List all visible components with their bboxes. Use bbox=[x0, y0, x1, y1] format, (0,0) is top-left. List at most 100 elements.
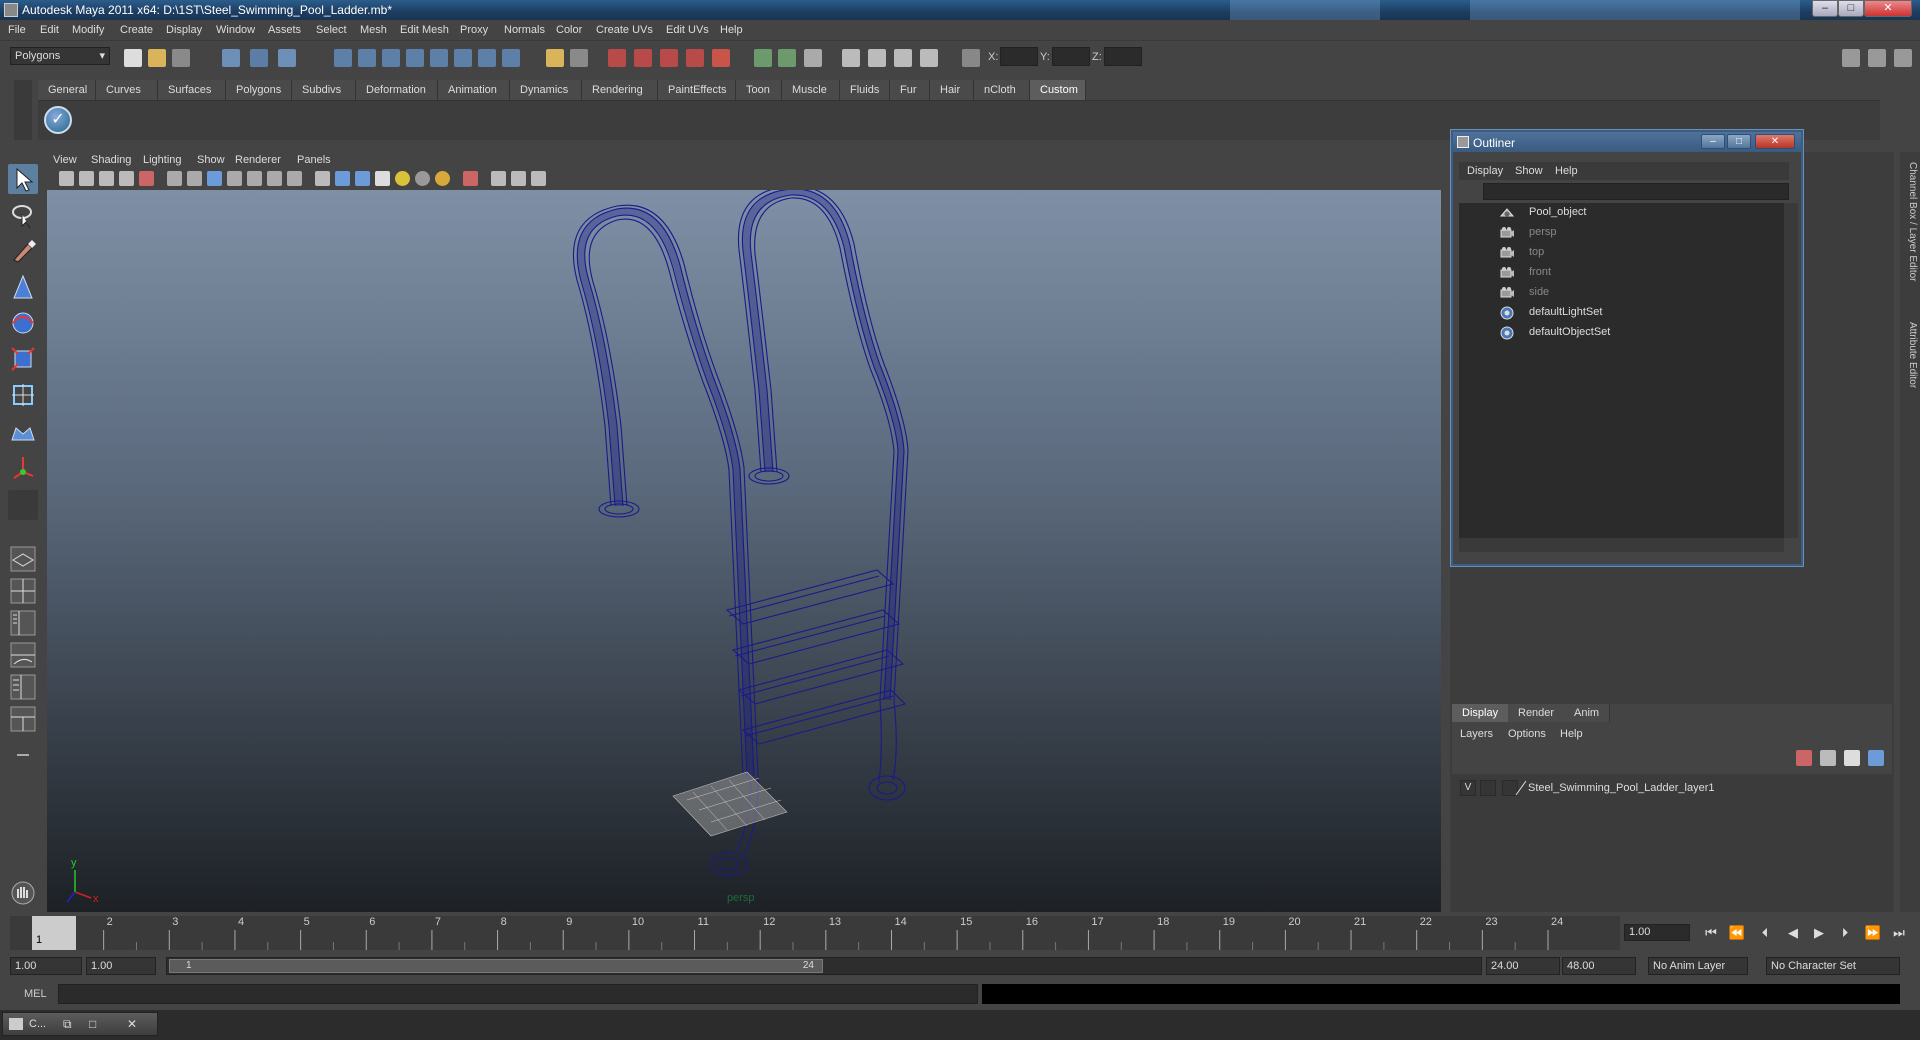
gate-mask-icon[interactable] bbox=[227, 171, 242, 186]
character-set-selector[interactable]: No Character Set bbox=[1766, 957, 1900, 975]
menu-display[interactable]: Display bbox=[166, 24, 202, 36]
layer-menu-help[interactable]: Help bbox=[1560, 728, 1583, 740]
panel-menu-renderer[interactable]: Renderer bbox=[235, 154, 281, 166]
shelf-tab-polygons[interactable]: Polygons bbox=[226, 80, 292, 100]
safe-action-icon[interactable] bbox=[267, 171, 282, 186]
panel-menu-show[interactable]: Show bbox=[197, 154, 225, 166]
shelf-tab-fluids[interactable]: Fluids bbox=[840, 80, 890, 100]
step-forward-key-icon[interactable]: ⏵ bbox=[1836, 924, 1854, 942]
outliner-minimize-button[interactable]: – bbox=[1701, 134, 1725, 149]
hypershade-persp-layout-icon[interactable] bbox=[8, 672, 38, 702]
x-field[interactable] bbox=[1000, 47, 1038, 66]
rotate-tool-icon[interactable] bbox=[8, 308, 38, 338]
show-tool-settings-icon[interactable] bbox=[1868, 49, 1886, 67]
menu-modify[interactable]: Modify bbox=[72, 24, 104, 36]
render-current-frame-icon[interactable] bbox=[608, 49, 626, 67]
channel-box-tab[interactable]: Channel Box / Layer Editor bbox=[1902, 162, 1918, 282]
shelf-tab-hair[interactable]: Hair bbox=[930, 80, 974, 100]
channel-box-icon[interactable] bbox=[868, 49, 886, 67]
menu-mesh[interactable]: Mesh bbox=[360, 24, 387, 36]
single-perspective-layout-icon[interactable] bbox=[8, 544, 38, 574]
snap-view-plane-icon[interactable] bbox=[406, 49, 424, 67]
show-manipulator-icon[interactable] bbox=[8, 452, 38, 482]
current-time-marker[interactable]: 1 bbox=[32, 916, 76, 950]
smooth-shade-icon[interactable] bbox=[335, 171, 350, 186]
film-gate-icon[interactable] bbox=[187, 171, 202, 186]
shelf-tab-dynamics[interactable]: Dynamics bbox=[510, 80, 582, 100]
textured-icon[interactable] bbox=[375, 171, 390, 186]
layer-editor-icon[interactable] bbox=[894, 49, 912, 67]
field-chart-icon[interactable] bbox=[247, 171, 262, 186]
minimize-button[interactable]: – bbox=[1812, 0, 1838, 17]
shelf-tab-fur[interactable]: Fur bbox=[890, 80, 930, 100]
menu-help[interactable]: Help bbox=[720, 24, 743, 36]
select-component-icon[interactable] bbox=[278, 49, 296, 67]
camera-attributes-icon[interactable] bbox=[79, 171, 94, 186]
outliner-item[interactable]: top bbox=[1499, 243, 1759, 263]
snap-curve-icon[interactable] bbox=[358, 49, 376, 67]
shelf-tab-deformation[interactable]: Deformation bbox=[356, 80, 438, 100]
connections-icon[interactable] bbox=[778, 49, 796, 67]
playback-start-field[interactable]: 1.00 bbox=[86, 957, 156, 975]
transform-mode-icon[interactable] bbox=[962, 49, 980, 67]
new-layer-icon[interactable] bbox=[1820, 750, 1836, 766]
menu-assets[interactable]: Assets bbox=[268, 24, 301, 36]
hand-icon[interactable] bbox=[8, 878, 38, 908]
outliner-item[interactable]: persp bbox=[1499, 223, 1759, 243]
hypershade-icon[interactable] bbox=[686, 49, 704, 67]
outliner-menu-help[interactable]: Help bbox=[1555, 165, 1578, 177]
go-to-start-icon[interactable]: ⏮ bbox=[1702, 924, 1720, 942]
close-icon[interactable]: ✕ bbox=[127, 1017, 137, 1031]
image-plane-icon[interactable] bbox=[119, 171, 134, 186]
select-tool-icon[interactable] bbox=[8, 164, 38, 194]
move-tool-icon[interactable] bbox=[8, 272, 38, 302]
snap-grid-icon[interactable] bbox=[334, 49, 352, 67]
outliner-item[interactable]: front bbox=[1499, 263, 1759, 283]
soft-modification-icon[interactable] bbox=[8, 416, 38, 446]
outliner-item[interactable]: Pool_object bbox=[1499, 203, 1759, 223]
layer-type-toggle[interactable] bbox=[1480, 780, 1496, 796]
step-back-key-icon[interactable]: ⏴ bbox=[1756, 924, 1774, 942]
render-view-icon[interactable] bbox=[712, 49, 730, 67]
shadows-icon[interactable] bbox=[415, 171, 430, 186]
snap-point-icon[interactable] bbox=[382, 49, 400, 67]
menu-select[interactable]: Select bbox=[316, 24, 347, 36]
panel-menu-panels[interactable]: Panels bbox=[297, 154, 331, 166]
wireframe-icon[interactable] bbox=[315, 171, 330, 186]
history-icon[interactable] bbox=[454, 49, 472, 67]
range-track[interactable]: 1 24 bbox=[166, 957, 1482, 975]
universal-manipulator-icon[interactable] bbox=[8, 380, 38, 410]
create-layer-selected-icon[interactable] bbox=[1844, 750, 1860, 766]
paint-select-tool-icon[interactable] bbox=[8, 236, 38, 266]
3d-viewport[interactable]: y x persp bbox=[47, 190, 1441, 912]
use-all-lights-icon[interactable] bbox=[395, 171, 410, 186]
animation-start-field[interactable]: 1.00 bbox=[10, 957, 82, 975]
tool-settings-icon[interactable] bbox=[842, 49, 860, 67]
input-output-icon[interactable] bbox=[754, 49, 772, 67]
shelf-tab-surfaces[interactable]: Surfaces bbox=[158, 80, 226, 100]
persp-graph-hypergraph-layout-icon[interactable] bbox=[8, 704, 38, 734]
animation-end-field[interactable]: 48.00 bbox=[1562, 957, 1636, 975]
time-slider[interactable]: 123456789101112131415161718192021222324 … bbox=[10, 916, 1620, 950]
shelf-handle[interactable] bbox=[14, 80, 32, 140]
last-tool-icon[interactable] bbox=[8, 490, 38, 520]
layer-menu-layers[interactable]: Layers bbox=[1460, 728, 1493, 740]
shelf-tab-muscle[interactable]: Muscle bbox=[782, 80, 840, 100]
layer-tab-anim[interactable]: Anim bbox=[1564, 704, 1611, 722]
new-scene-icon[interactable] bbox=[124, 49, 142, 67]
select-camera-icon[interactable] bbox=[59, 171, 74, 186]
layer-row[interactable]: V Steel_Swimming_Pool_Ladder_layer1 bbox=[1460, 780, 1880, 798]
safe-title-icon[interactable] bbox=[287, 171, 302, 186]
mel-input[interactable] bbox=[58, 984, 978, 1004]
play-forwards-icon[interactable]: ▶ bbox=[1810, 924, 1828, 942]
layer-visibility-toggle[interactable]: V bbox=[1460, 780, 1476, 796]
menu-create[interactable]: Create bbox=[120, 24, 153, 36]
wireframe-on-shaded-icon[interactable] bbox=[355, 171, 370, 186]
menu-create-uvs[interactable]: Create UVs bbox=[596, 24, 653, 36]
outliner-filter-input[interactable] bbox=[1483, 183, 1789, 200]
maximize-icon[interactable]: □ bbox=[89, 1017, 96, 1031]
panel-menu-view[interactable]: View bbox=[53, 154, 77, 166]
backface-culling-icon[interactable] bbox=[531, 171, 546, 186]
persp-outliner-layout-icon[interactable] bbox=[8, 608, 38, 638]
shelf-tab-custom[interactable]: Custom bbox=[1030, 80, 1086, 100]
